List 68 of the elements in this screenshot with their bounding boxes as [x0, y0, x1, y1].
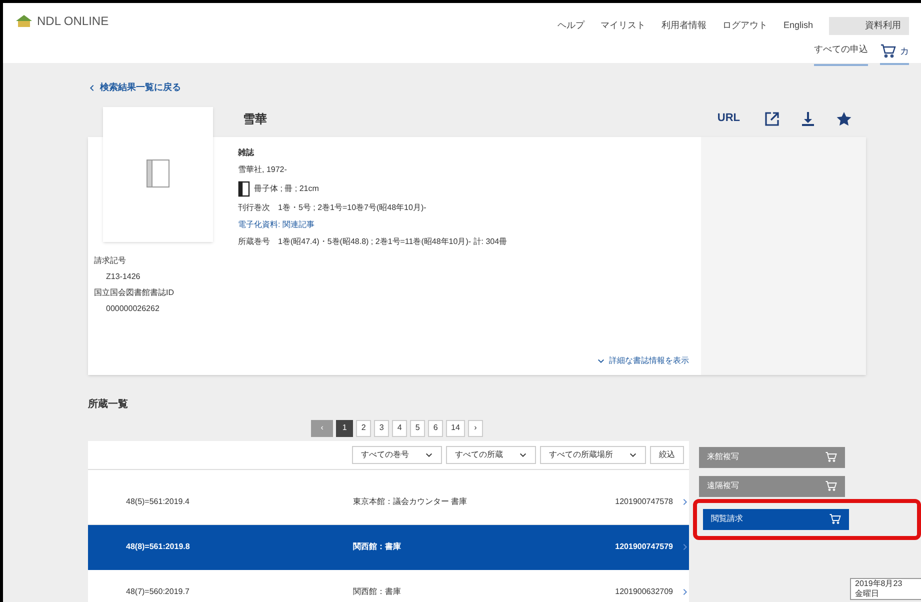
related-link[interactable]: 電子化資料: 関連記事: [238, 218, 689, 230]
cart-icon: [829, 513, 841, 525]
location-cell-text: 関西館：書庫: [353, 586, 402, 598]
apply-link[interactable]: すべての申込: [814, 42, 868, 66]
star-icon[interactable]: [836, 110, 852, 126]
nav-link[interactable]: ログアウト: [722, 19, 768, 32]
field-value: 1巻・5号 ; 2巻1号=10巻7号(昭48年10月)-: [278, 202, 428, 214]
dropdown-chevron-icon: [519, 450, 527, 458]
tooltip-text: 金曜日: [855, 589, 880, 599]
detail-link[interactable]: 詳細な書誌情報を表示: [609, 354, 689, 366]
page-button[interactable]: 14: [446, 420, 465, 436]
filter-select[interactable]: すべての所蔵: [446, 446, 536, 464]
page-button[interactable]: 6: [428, 420, 444, 436]
cart-icon: [825, 451, 837, 463]
chevron-icon: [681, 588, 689, 596]
record-title: 雪華: [243, 110, 267, 128]
download-icon[interactable]: [800, 110, 816, 126]
book-icon: [146, 159, 170, 189]
status-field: 資料利用: [829, 17, 909, 34]
nav-link[interactable]: 利用者情報: [661, 19, 706, 32]
volume-cell-text: 48(5)=561:2019.4: [125, 496, 190, 508]
url-button[interactable]: URL: [713, 110, 744, 127]
record-type: 雑誌: [238, 146, 256, 158]
nav-link[interactable]: マイリスト: [600, 19, 646, 32]
location-cell-text: 東京本館：議会カウンター 書庫: [353, 496, 468, 508]
barcode-cell-text: 1201900747578: [614, 496, 673, 508]
cart-icon: [825, 480, 837, 492]
back-link[interactable]: 検索結果一覧に戻る: [100, 81, 181, 94]
chevron-icon: [681, 543, 689, 551]
filter-button[interactable]: 絞込: [650, 446, 684, 464]
page-button[interactable]: 3: [374, 420, 390, 436]
barcode-cell-text: 1201900632709: [614, 586, 673, 598]
page-button[interactable]: 4: [392, 420, 408, 436]
page-button[interactable]: 5: [410, 420, 426, 436]
filter-select[interactable]: すべての巻号: [352, 446, 442, 464]
logo-icon: [15, 14, 33, 28]
chevron-icon: [681, 498, 689, 506]
call-number-label: 請求記号: [94, 254, 127, 266]
publisher: 雪華社, 1972-: [238, 164, 288, 176]
nav-link[interactable]: ヘルプ: [557, 19, 584, 32]
barcode-cell-text: 1201900747579: [614, 541, 673, 553]
back-chevron-icon: [88, 84, 96, 92]
nav-link[interactable]: English: [783, 19, 813, 32]
page-button[interactable]: 1: [336, 420, 354, 436]
biblio-id-label: 国立国会図書館書誌ID: [94, 286, 175, 298]
cart-icon: [880, 43, 896, 60]
field-label: 刊行巻次: [238, 202, 270, 214]
dropdown-chevron-icon: [425, 450, 433, 458]
holding-row[interactable]: 48(8)=561:2019.8 関西館：書庫 1201900747579: [88, 524, 689, 570]
location-cell-text: 関西館：書庫: [353, 541, 402, 553]
share-icon[interactable]: [764, 110, 780, 126]
field-value: 1巻(昭47.4)・5巻(昭48.8) ; 2巻1号=11巻(昭48年10月)- 計: 304冊: [278, 236, 508, 248]
expand-chevron-icon: [597, 356, 605, 364]
field-label: 所蔵巻号: [238, 236, 270, 248]
request-button[interactable]: 閲覧請求: [703, 508, 849, 530]
volume-cell-text: 48(8)=561:2019.8: [125, 541, 191, 553]
call-number: Z13-1426: [105, 270, 142, 282]
filter-select[interactable]: すべての所蔵場所: [540, 446, 646, 464]
page-button[interactable]: 2: [356, 420, 372, 436]
dropdown-chevron-icon: [629, 450, 637, 458]
volume-cell-text: 48(7)=560:2019.7: [125, 586, 190, 598]
holdings-heading: 所蔵一覧: [88, 398, 129, 412]
volume-icon: [238, 180, 250, 196]
cart-label[interactable]: カ: [900, 44, 909, 58]
biblio-id: 000000026262: [105, 302, 160, 314]
format-text: 冊子体 ; 冊 ; 21cm: [254, 182, 319, 194]
tooltip-text: 2019年8月23: [855, 579, 904, 589]
logo-text: NDL ONLINE: [37, 13, 109, 30]
